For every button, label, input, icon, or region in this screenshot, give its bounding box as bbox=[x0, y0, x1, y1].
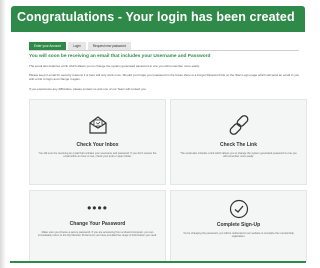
envelope-icon bbox=[87, 114, 109, 141]
tab-enter-account[interactable]: Enter your Account bbox=[29, 42, 66, 50]
card-check-inbox: Check Your Inbox You will soon be receiv… bbox=[29, 99, 166, 185]
card-description: The email also includes a link which all… bbox=[180, 152, 297, 159]
tab-login[interactable]: Login bbox=[67, 42, 86, 50]
card-check-link: Check The Link The email also includes a… bbox=[170, 99, 307, 185]
password-dots-icon: •••• bbox=[87, 201, 108, 215]
tabs-divider bbox=[29, 50, 299, 51]
info-paragraph-2: Please keep it email for security reason… bbox=[29, 73, 300, 81]
account-tabs: Enter your Account Login Request new pas… bbox=[29, 42, 131, 50]
check-circle-icon bbox=[229, 199, 249, 224]
card-change-password: •••• Change Your Password Make sure you … bbox=[29, 190, 166, 262]
card-title: Complete Sign-Up bbox=[216, 222, 261, 228]
tab-request-password[interactable]: Request new password bbox=[87, 42, 131, 50]
page-header: Congratulations - Your login has been cr… bbox=[11, 6, 305, 32]
card-complete-signup: Complete Sign-Up You're changing the pas… bbox=[170, 190, 307, 262]
card-title: Check The Link bbox=[220, 142, 257, 148]
card-description: You're changing the password, you will b… bbox=[183, 232, 294, 239]
card-description: You will soon be receiving an email that… bbox=[38, 152, 157, 159]
footer-accent-line bbox=[10, 261, 306, 263]
info-paragraph-3: If you experience any difficulties, plea… bbox=[29, 87, 147, 91]
page-title: Congratulations - Your login has been cr… bbox=[17, 10, 295, 24]
card-title: Change Your Password bbox=[69, 221, 126, 227]
page-edge-shadow bbox=[0, 0, 6, 268]
card-title: Check Your Inbox bbox=[76, 142, 119, 148]
intro-heading: You will soon be receiving an email that… bbox=[29, 54, 211, 59]
link-icon bbox=[227, 113, 251, 142]
card-description: Make sure you choose a secure password. … bbox=[38, 231, 157, 238]
info-paragraph-1: The email also features a link which all… bbox=[29, 64, 200, 68]
